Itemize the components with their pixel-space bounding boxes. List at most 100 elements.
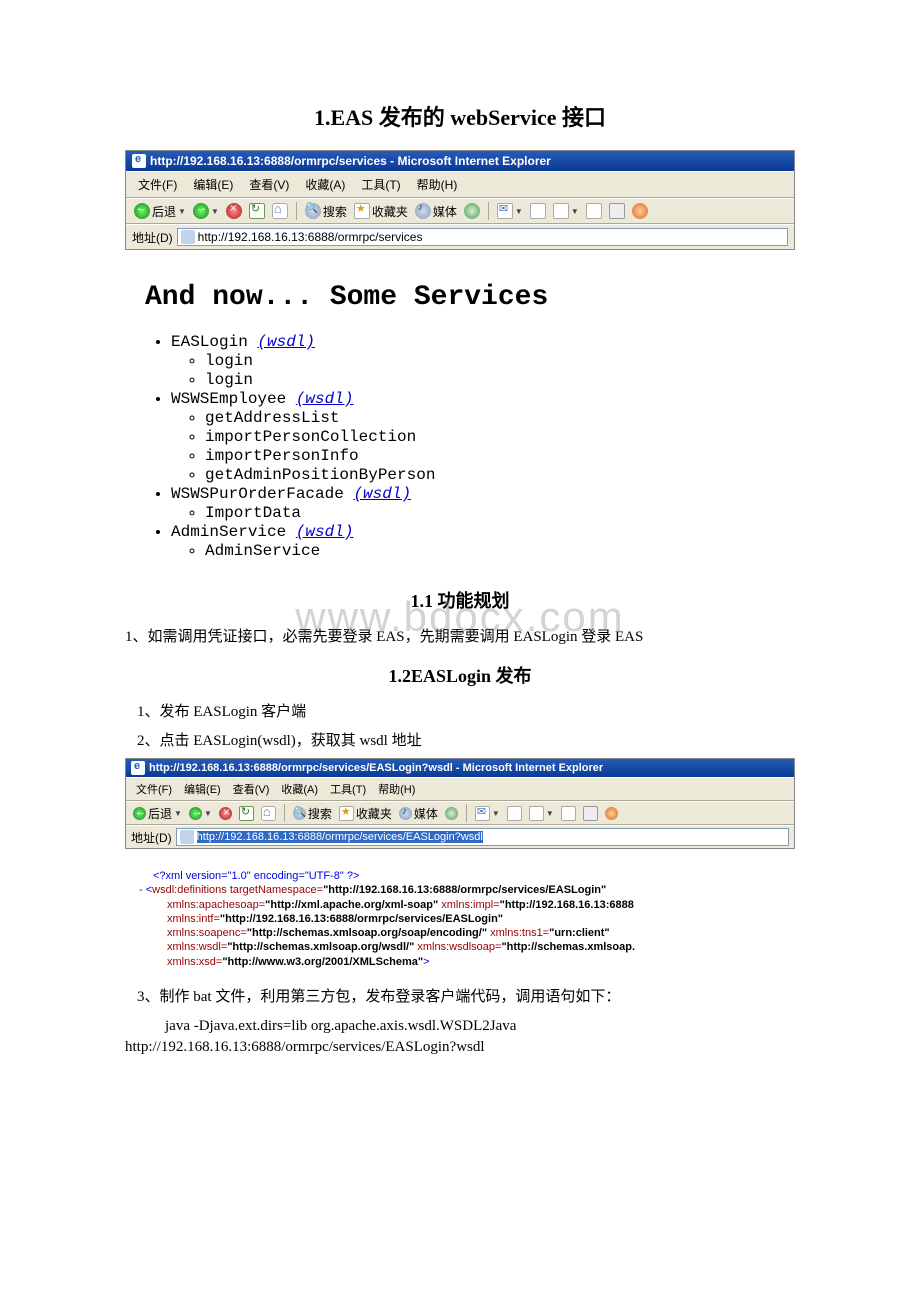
print-button[interactable] (505, 806, 524, 821)
home-button[interactable] (259, 806, 278, 821)
wsdl-link[interactable]: (wsdl) (296, 523, 354, 541)
address-label: 地址(D) (132, 229, 173, 246)
xml-close: > (423, 956, 429, 968)
page-icon (181, 230, 195, 244)
address-input[interactable]: http://192.168.16.13:6888/ormrpc/service… (176, 828, 789, 846)
generic-icon (609, 203, 625, 219)
java-command: java -Djava.ext.dirs=lib org.apache.axis… (125, 1016, 795, 1058)
stop-icon (226, 203, 242, 219)
menu-edit[interactable]: 编辑(E) (185, 174, 241, 195)
forward-button[interactable]: ▼ (187, 807, 214, 820)
edit-button[interactable]: ▼ (527, 806, 556, 821)
wsdl-link[interactable]: (wsdl) (296, 390, 354, 408)
refresh-button[interactable] (247, 203, 267, 219)
mail-icon (497, 203, 513, 219)
media-icon (415, 203, 431, 219)
separator (284, 804, 285, 822)
media-button[interactable]: 媒体 (413, 203, 459, 220)
misc-button-1[interactable] (584, 203, 604, 219)
menu-tools[interactable]: 工具(T) (324, 780, 372, 798)
media-icon (399, 807, 412, 820)
back-button[interactable]: 后退▼ (132, 203, 188, 220)
browser-titlebar: http://192.168.16.13:6888/ormrpc/service… (126, 151, 794, 171)
print-button[interactable] (528, 203, 548, 219)
method-item: importPersonCollection (205, 428, 775, 446)
section-1-2-line2: 2、点击 EASLogin(wsdl)，获取其 wsdl 地址 (125, 729, 795, 750)
refresh-icon (249, 203, 265, 219)
xml-ns-value: "http://www.w3.org/2001/XMLSchema" (222, 956, 423, 968)
xml-ns-attr: xmlns:impl= (441, 899, 499, 911)
menu-favorites[interactable]: 收藏(A) (275, 780, 324, 798)
search-label: 搜索 (323, 203, 347, 220)
history-icon (464, 203, 480, 219)
misc-button-2[interactable] (581, 806, 600, 821)
history-button[interactable] (462, 203, 482, 219)
history-icon (445, 807, 458, 820)
edit-button[interactable]: ▼ (551, 203, 581, 219)
orange-icon (605, 807, 618, 820)
browser-menubar: 文件(F) 编辑(E) 查看(V) 收藏(A) 工具(T) 帮助(H) (126, 171, 794, 198)
forward-button[interactable]: ▼ (191, 203, 221, 219)
menu-edit[interactable]: 编辑(E) (178, 780, 227, 798)
menu-view[interactable]: 查看(V) (227, 780, 276, 798)
service-item: AdminService (wsdl) AdminService (171, 523, 775, 560)
xml-ns-attr: xmlns:wsdlsoap= (417, 941, 501, 953)
service-item: EASLogin (wsdl) login login (171, 333, 775, 389)
mail-button[interactable]: ▼ (473, 806, 502, 821)
home-icon (272, 203, 288, 219)
menu-tools[interactable]: 工具(T) (353, 174, 408, 195)
orange-icon (632, 203, 648, 219)
search-button[interactable]: 搜索 (291, 805, 334, 822)
favorites-icon (339, 806, 354, 821)
favorites-label: 收藏夹 (372, 203, 408, 220)
misc-button-2[interactable] (607, 203, 627, 219)
code-line-2: http://192.168.16.13:6888/ormrpc/service… (125, 1037, 795, 1058)
back-button[interactable]: 后退▼ (131, 805, 184, 822)
xml-ns-value: "http://xml.apache.org/xml-soap" (265, 899, 438, 911)
menu-help[interactable]: 帮助(H) (372, 780, 421, 798)
favorites-button[interactable]: 收藏夹 (337, 805, 394, 822)
menu-favorites[interactable]: 收藏(A) (297, 174, 353, 195)
page-icon (180, 830, 194, 844)
service-name: WSWSPurOrderFacade (171, 485, 344, 503)
wsdl-link[interactable]: (wsdl) (257, 333, 315, 351)
wsdl-link[interactable]: (wsdl) (353, 485, 411, 503)
back-label: 后退 (148, 805, 172, 822)
section-1-1: 1.1 功能规划 www.bdocx.com 1、如需调用凭证接口，必需先要登录… (125, 587, 795, 646)
favorites-button[interactable]: 收藏夹 (352, 203, 410, 220)
misc-button-1[interactable] (559, 806, 578, 821)
method-item: login (205, 352, 775, 370)
method-item: ImportData (205, 504, 775, 522)
refresh-button[interactable] (237, 806, 256, 821)
misc-button-3[interactable] (630, 203, 650, 219)
xml-ns-value: "http://schemas.xmlsoap.org/soap/encodin… (247, 927, 487, 939)
media-label: 媒体 (433, 203, 457, 220)
mail-button[interactable]: ▼ (495, 203, 525, 219)
xml-ns-attr: xmlns:soapenc= (167, 927, 247, 939)
search-button[interactable]: 搜索 (303, 203, 349, 220)
misc-button-3[interactable] (603, 807, 620, 820)
xml-attr-value: "http://192.168.16.13:6888/ormrpc/servic… (323, 884, 606, 896)
mail-icon (475, 806, 490, 821)
xml-collapse-toggle[interactable]: - (139, 884, 146, 896)
refresh-icon (239, 806, 254, 821)
menu-help[interactable]: 帮助(H) (409, 174, 466, 195)
favorites-label: 收藏夹 (356, 805, 392, 822)
section-1-1-text: 1、如需调用凭证接口，必需先要登录 EAS，先期需要调用 EASLogin 登录… (125, 625, 795, 646)
menu-view[interactable]: 查看(V) (241, 174, 297, 195)
xml-ns-value: "http://192.168.16.13:6888/ormrpc/servic… (220, 913, 503, 925)
history-button[interactable] (443, 807, 460, 820)
media-button[interactable]: 媒体 (397, 805, 440, 822)
address-input[interactable]: http://192.168.16.13:6888/ormrpc/service… (177, 228, 788, 246)
favorites-icon (354, 203, 370, 219)
home-button[interactable] (270, 203, 290, 219)
stop-button[interactable] (224, 203, 244, 219)
back-label: 后退 (152, 203, 176, 220)
menu-file[interactable]: 文件(F) (130, 780, 178, 798)
address-label: 地址(D) (131, 829, 172, 846)
method-item: login (205, 371, 775, 389)
print-icon (530, 203, 546, 219)
menu-file[interactable]: 文件(F) (130, 174, 185, 195)
stop-button[interactable] (217, 807, 234, 820)
xml-ns-attr: xmlns:xsd= (167, 956, 222, 968)
